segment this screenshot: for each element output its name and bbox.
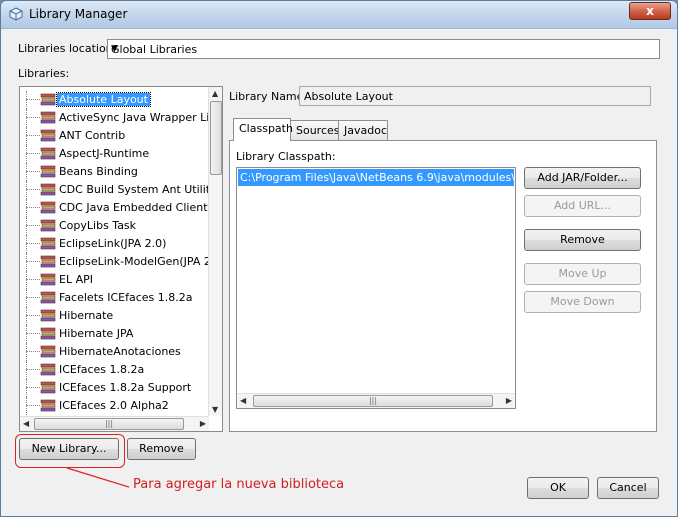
library-item[interactable]: CDC Java Embedded Client B [20, 199, 209, 217]
library-books-icon [40, 237, 56, 250]
annotation-text: Para agregar la nueva biblioteca [133, 477, 345, 492]
library-books-icon [40, 309, 56, 322]
tab-classpath[interactable]: Classpath [233, 118, 293, 141]
scroll-right-icon[interactable]: ▶ [506, 396, 512, 405]
library-item[interactable]: EclipseLink-ModelGen(JPA 2.0 [20, 253, 209, 271]
remove-library-button[interactable]: Remove [127, 438, 196, 460]
library-classpath-label: Library Classpath: [236, 150, 336, 163]
classpath-entry[interactable]: C:\Program Files\Java\NetBeans 6.9\java\… [238, 169, 514, 186]
library-item[interactable]: Hibernate JPA [20, 325, 209, 343]
libraries-label: Libraries: [18, 67, 70, 80]
library-item[interactable]: AspectJ-Runtime [20, 145, 209, 163]
close-button[interactable]: x [629, 2, 671, 20]
library-item-label: Beans Binding [59, 165, 138, 178]
library-books-icon [40, 291, 56, 304]
library-books-icon [40, 201, 56, 214]
library-item[interactable]: ICEfaces 1.8.2a Support [20, 379, 209, 397]
library-item-label: ICEfaces 1.8.2a [59, 363, 145, 376]
ok-button[interactable]: OK [527, 477, 589, 499]
library-books-icon [40, 129, 56, 142]
library-manager-window: Library Manager x Libraries location: Gl… [0, 0, 678, 517]
library-item-label: EclipseLink-ModelGen(JPA 2.0 [59, 255, 209, 268]
classpath-scroll-thumb[interactable]: ||| [253, 395, 493, 407]
add-url-button[interactable]: Add URL... [524, 195, 641, 217]
scroll-right-icon[interactable]: ▶ [200, 419, 206, 428]
library-item-label: Absolute Layout [56, 92, 151, 107]
library-name-label: Library Name: [229, 90, 308, 103]
library-item[interactable]: HibernateAnotaciones [20, 343, 209, 361]
add-jar-folder-button[interactable]: Add JAR/Folder... [524, 167, 641, 189]
library-item[interactable]: EL API [20, 271, 209, 289]
library-books-icon [40, 327, 56, 340]
library-item-label: EL API [59, 273, 93, 286]
library-item-label: CDC Java Embedded Client B [59, 201, 209, 214]
library-item-label: CopyLibs Task [59, 219, 137, 232]
library-item[interactable]: Absolute Layout [20, 91, 209, 109]
library-item-label: CDC Build System Ant Utilities [59, 183, 209, 196]
library-item-label: EclipseLink(JPA 2.0) [59, 237, 167, 250]
cancel-button[interactable]: Cancel [597, 477, 659, 499]
library-books-icon [40, 219, 56, 232]
library-item-label: ActiveSync Java Wrapper Lib [59, 111, 209, 124]
library-name-field[interactable]: Absolute Layout [299, 86, 651, 106]
library-books-icon [40, 165, 56, 178]
dialog-body: Libraries location: Global Libraries ▼ L… [7, 30, 671, 512]
library-item-label: Hibernate [59, 309, 114, 322]
scroll-left-icon[interactable]: ◀ [240, 396, 246, 405]
scroll-up-icon[interactable]: ▲ [212, 89, 218, 98]
library-item-label: HibernateAnotaciones [59, 345, 181, 358]
classpath-list[interactable]: C:\Program Files\Java\NetBeans 6.9\java\… [236, 167, 516, 409]
remove-classpath-button[interactable]: Remove [524, 229, 641, 251]
vertical-scroll-thumb[interactable] [210, 101, 222, 175]
libraries-location-label: Libraries location: [18, 42, 117, 55]
chevron-down-icon[interactable]: ▼ [111, 44, 655, 54]
move-down-button[interactable]: Move Down [524, 291, 641, 313]
horizontal-scroll-thumb[interactable]: ||| [34, 418, 184, 430]
library-books-icon [40, 111, 56, 124]
tab-sources[interactable]: Sources [290, 120, 340, 140]
library-books-icon [40, 381, 56, 394]
library-books-icon [40, 363, 56, 376]
netbeans-cube-icon [9, 7, 23, 21]
move-up-button[interactable]: Move Up [524, 263, 641, 285]
libraries-location-select[interactable]: Global Libraries ▼ [107, 39, 660, 59]
vertical-scrollbar[interactable]: ▲ ▼ [208, 87, 222, 416]
library-books-icon [40, 93, 56, 106]
library-books-icon [40, 183, 56, 196]
library-books-icon [40, 255, 56, 268]
library-item-label: Hibernate JPA [59, 327, 134, 340]
library-books-icon [40, 399, 56, 412]
title-bar[interactable]: Library Manager x [1, 1, 677, 29]
library-item[interactable]: ActiveSync Java Wrapper Lib [20, 109, 209, 127]
library-item-label: AspectJ-Runtime [59, 147, 150, 160]
tab-javadoc[interactable]: Javadoc [338, 120, 388, 140]
library-item-label: Facelets ICEfaces 1.8.2a [59, 291, 193, 304]
library-item[interactable]: Hibernate [20, 307, 209, 325]
horizontal-scrollbar[interactable]: ◀ ||| ▶ [20, 416, 209, 431]
library-books-icon [40, 273, 56, 286]
window-title: Library Manager [29, 7, 128, 21]
library-item[interactable]: ICEfaces 1.8.2a [20, 361, 209, 379]
library-books-icon [40, 345, 56, 358]
libraries-tree[interactable]: Absolute Layout ActiveSync Java Wrapper L… [19, 86, 223, 432]
library-item[interactable]: EclipseLink(JPA 2.0) [20, 235, 209, 253]
library-item[interactable]: CDC Build System Ant Utilities [20, 181, 209, 199]
scroll-left-icon[interactable]: ◀ [23, 419, 29, 428]
library-item[interactable]: CopyLibs Task [20, 217, 209, 235]
classpath-panel: Library Classpath: C:\Program Files\Java… [229, 140, 657, 432]
library-item-label: ICEfaces 2.0 Alpha2 [59, 399, 169, 412]
library-item[interactable]: Beans Binding [20, 163, 209, 181]
libraries-list[interactable]: Absolute Layout ActiveSync Java Wrapper L… [20, 87, 209, 416]
library-books-icon [40, 147, 56, 160]
new-library-button[interactable]: New Library... [19, 438, 119, 460]
library-item-label: ICEfaces 1.8.2a Support [59, 381, 192, 394]
library-item[interactable]: ANT Contrib [20, 127, 209, 145]
library-item[interactable]: Facelets ICEfaces 1.8.2a [20, 289, 209, 307]
classpath-horizontal-scrollbar[interactable]: ◀ ||| ▶ [237, 393, 515, 408]
scroll-down-icon[interactable]: ▼ [212, 405, 218, 414]
library-item[interactable]: ICEfaces 2.0 Alpha2 [20, 397, 209, 415]
library-item-label: ANT Contrib [59, 129, 126, 142]
